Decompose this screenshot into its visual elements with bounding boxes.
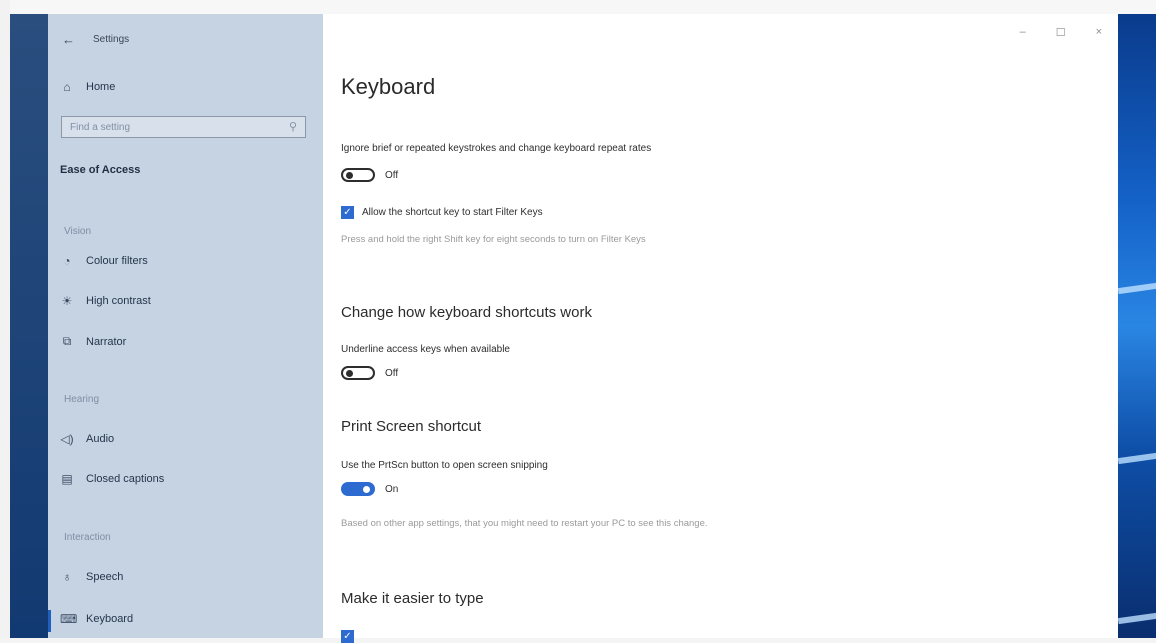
print-screen-toggle[interactable] xyxy=(341,482,375,496)
filter-keys-shortcut-label: Allow the shortcut key to start Filter K… xyxy=(362,207,543,218)
keyboard-icon: ⌨ xyxy=(60,612,78,626)
nav-home[interactable]: ⌂ Home xyxy=(60,80,115,94)
filter-keys-description: Ignore brief or repeated keystrokes and … xyxy=(341,143,652,154)
page-title: Keyboard xyxy=(341,74,436,99)
search-placeholder: Find a setting xyxy=(70,122,131,133)
window-title: Settings xyxy=(93,34,130,45)
closed-captions-icon: ▤ xyxy=(61,472,73,486)
nav-narrator-label: Narrator xyxy=(86,335,127,348)
desktop-background-left xyxy=(10,14,48,638)
nav-audio-label: Audio xyxy=(86,433,115,445)
print-screen-toggle-state: On xyxy=(385,483,399,495)
easier-to-type-heading: Make it easier to type xyxy=(341,590,484,607)
filter-keys-toggle-row: Off xyxy=(341,168,398,182)
title-row: ← Settings xyxy=(62,32,129,47)
filter-keys-shortcut-checkbox[interactable]: ✓ xyxy=(341,206,354,219)
back-arrow-icon[interactable]: ← xyxy=(62,32,75,47)
underline-access-keys-toggle[interactable] xyxy=(341,366,375,380)
group-label-vision: Vision xyxy=(64,226,92,237)
colour-filters-icon: ◔ xyxy=(63,254,71,268)
high-contrast-icon: ☀ xyxy=(61,294,73,308)
print-screen-toggle-row: On xyxy=(341,482,398,496)
nav-closed-captions[interactable]: ▤ Closed captions xyxy=(60,472,164,486)
nav-closed-captions-label: Closed captions xyxy=(86,473,165,485)
nav-keyboard[interactable]: ⌨ Keyboard xyxy=(60,612,133,626)
filter-keys-toggle[interactable] xyxy=(341,168,375,182)
nav-speech-label: Speech xyxy=(86,571,124,583)
settings-main: – ☐ × Keyboard Ignore brief or repeated … xyxy=(323,14,1118,643)
minimize-button[interactable]: – xyxy=(1020,26,1026,39)
underline-toggle-row: Off xyxy=(341,366,398,380)
nav-colour-filters-label: Colour filters xyxy=(86,255,148,267)
filter-keys-shortcut-row: ✓ Allow the shortcut key to start Filter… xyxy=(341,206,543,219)
nav-high-contrast-label: High contrast xyxy=(86,295,151,307)
nav-narrator[interactable]: ⧉ Narrator xyxy=(60,334,127,349)
window-controls: – ☐ × xyxy=(1020,26,1102,39)
selection-indicator xyxy=(48,610,51,632)
section-title: Ease of Access xyxy=(60,164,141,176)
filter-keys-toggle-state: Off xyxy=(385,169,399,181)
print-screen-heading: Print Screen shortcut xyxy=(341,418,482,435)
speech-icon: ♁ xyxy=(62,570,72,584)
maximize-button[interactable]: ☐ xyxy=(1056,26,1066,39)
audio-icon: ◁) xyxy=(60,432,74,446)
close-button[interactable]: × xyxy=(1096,26,1102,39)
easier-to-type-row: ✓ xyxy=(341,630,354,643)
nav-keyboard-label: Keyboard xyxy=(86,613,134,625)
nav-audio[interactable]: ◁) Audio xyxy=(60,432,114,446)
nav-high-contrast[interactable]: ☀ High contrast xyxy=(60,294,151,308)
home-icon: ⌂ xyxy=(63,80,71,94)
left-border xyxy=(0,0,10,638)
filter-keys-help: Press and hold the right Shift key for e… xyxy=(341,234,646,245)
narrator-icon: ⧉ xyxy=(62,334,72,348)
print-screen-label: Use the PrtScn button to open screen sni… xyxy=(341,460,548,471)
shortcuts-heading: Change how keyboard shortcuts work xyxy=(341,304,592,321)
underline-access-keys-label: Underline access keys when available xyxy=(341,344,510,355)
search-input[interactable]: Find a setting ⚲ xyxy=(61,116,306,138)
desktop-background xyxy=(1118,14,1156,638)
underline-toggle-state: Off xyxy=(385,367,399,379)
easier-to-type-checkbox[interactable]: ✓ xyxy=(341,630,354,643)
nav-speech[interactable]: ♁ Speech xyxy=(60,570,124,584)
nav-colour-filters[interactable]: ◔ Colour filters xyxy=(60,254,148,268)
search-icon[interactable]: ⚲ xyxy=(289,120,297,133)
settings-sidebar: ← Settings ⌂ Home Find a setting ⚲ Ease … xyxy=(48,14,323,638)
nav-home-label: Home xyxy=(86,81,116,93)
group-label-hearing: Hearing xyxy=(64,394,100,405)
group-label-interaction: Interaction xyxy=(64,532,111,543)
print-screen-note: Based on other app settings, that you mi… xyxy=(341,518,708,529)
